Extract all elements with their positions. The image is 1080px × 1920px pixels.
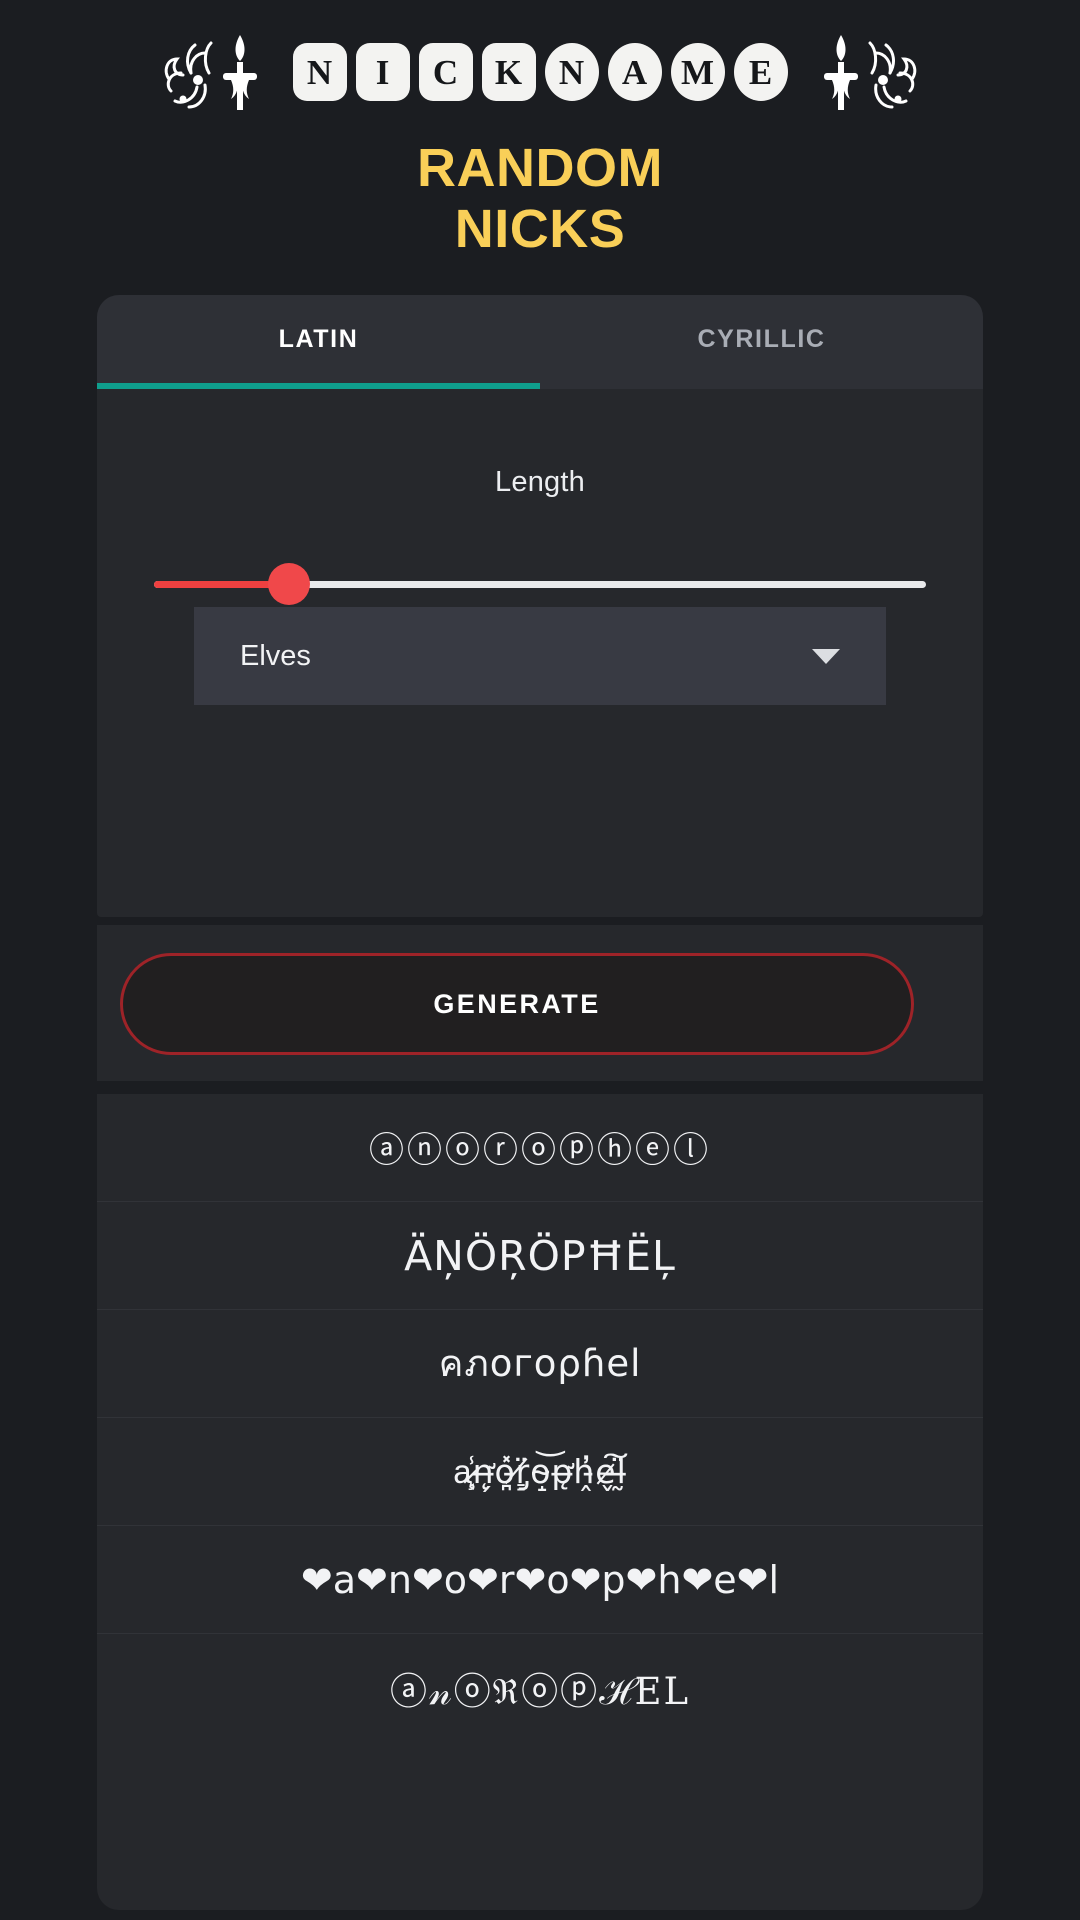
category-dropdown-value: Elves [240, 639, 311, 672]
logo-letter: I [355, 43, 410, 101]
controls-panel: Length 5 Elves [97, 389, 983, 917]
logo-letter: N [544, 43, 599, 101]
app-root: N I C K N A M E RANDOM NICKS LATIN CYRIL… [0, 0, 1080, 1920]
page-title-line-1: RANDOM [417, 138, 663, 198]
result-item[interactable]: ⓐⓝⓞⓡⓞⓟⓗⓔⓛ [97, 1094, 983, 1202]
logo-letter-group: N I C K N A M E [292, 43, 788, 101]
logo-letter: K [481, 43, 536, 101]
result-item[interactable]: ⓐ𝓃ⓞℜⓞⓟℋEL [97, 1634, 983, 1742]
result-item[interactable]: a̷̧͔̾n̶̨̛̗o̵̪̽r̸̡͇̈o̴̝͝p̶̨̛h̵̭̓e̷̬͠l̶̰̈ [97, 1418, 983, 1526]
result-item[interactable]: คภoгoρɦel [97, 1310, 983, 1418]
logo-letter: A [607, 43, 662, 101]
logo-letter: C [418, 43, 473, 101]
category-dropdown[interactable]: Elves [194, 607, 886, 705]
result-item[interactable]: ❤a❤n❤o❤r❤o❤p❤h❤e❤l [97, 1526, 983, 1634]
length-slider[interactable]: 5 [154, 563, 926, 655]
generate-button[interactable]: GENERATE [120, 953, 914, 1055]
torch-flourish-left-icon [161, 29, 279, 115]
generate-panel: GENERATE [97, 925, 983, 1081]
logo-letter: N [292, 43, 347, 101]
chevron-down-icon[interactable] [812, 648, 840, 664]
tab-bar: LATIN CYRILLIC [97, 295, 983, 383]
page-title-line-2: NICKS [454, 199, 626, 260]
logo-letter: E [733, 43, 788, 101]
page-title: RANDOM NICKS [0, 138, 1080, 260]
logo-letter: M [670, 43, 725, 101]
slider-thumb[interactable] [268, 563, 310, 605]
length-label: Length [495, 466, 585, 498]
tab-cyrillic[interactable]: CYRILLIC [540, 295, 983, 383]
app-logo: N I C K N A M E [0, 0, 1080, 110]
tab-latin[interactable]: LATIN [97, 295, 540, 383]
results-list: ⓐⓝⓞⓡⓞⓟⓗⓔⓛ ÄŅÖŖÖPĦËĻ คภoгoρɦel a̷̧͔̾n̶̨̛̗… [97, 1094, 983, 1910]
torch-flourish-right-icon [802, 29, 920, 115]
result-item[interactable]: ÄŅÖŖÖPĦËĻ [97, 1202, 983, 1310]
